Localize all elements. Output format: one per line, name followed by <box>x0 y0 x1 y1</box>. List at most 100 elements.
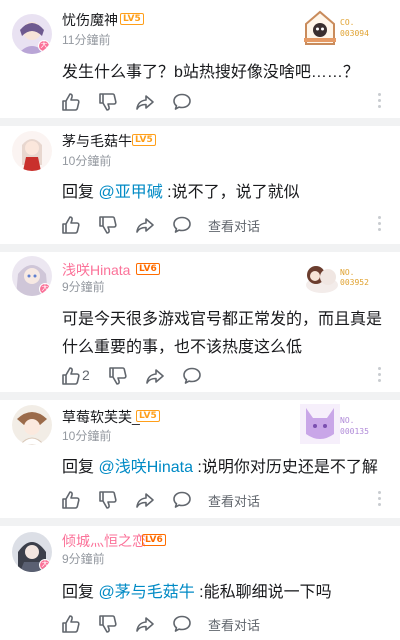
fan-medal[interactable]: NO. 000135 <box>300 404 382 448</box>
more-icon <box>377 367 381 370</box>
share-icon <box>136 218 154 233</box>
view-conversation-link[interactable]: 查看对话 <box>208 491 260 510</box>
comment-icon <box>173 216 191 233</box>
view-conversation-link[interactable]: 查看对话 <box>208 615 260 634</box>
more-button[interactable] <box>376 216 382 232</box>
dislike-button[interactable] <box>107 365 129 387</box>
level-badge: LV6 <box>142 534 166 546</box>
comment-icon <box>173 615 191 632</box>
more-button[interactable] <box>376 367 382 383</box>
timestamp: 10分鐘前 <box>62 154 112 168</box>
dislike-icon <box>99 491 117 509</box>
fan-medal-icon <box>304 10 336 45</box>
fan-medal-icon <box>306 266 338 293</box>
like-button[interactable] <box>60 613 82 635</box>
comment-4: 草莓软芙芙_ LV5 10分鐘前 NO. 000135 回复 @浅咲Hinata… <box>0 400 400 518</box>
fan-number: 003094 <box>340 29 369 38</box>
share-button[interactable] <box>134 489 156 511</box>
reply-prefix: 回复 <box>62 184 95 201</box>
fan-label: NO. <box>340 268 355 277</box>
share-button[interactable] <box>134 214 156 236</box>
avatar[interactable] <box>12 405 52 445</box>
comment-5: 大 倾城灬恒之恋 LV6 9分鐘前 回复 @茅与毛菇牛 :能私聊细说一下吗 查看… <box>0 526 400 640</box>
action-bar: 2 <box>60 365 390 387</box>
avatar[interactable]: 大 <box>12 532 52 572</box>
username[interactable]: 草莓软芙芙_ <box>62 408 140 426</box>
more-icon <box>377 491 381 494</box>
username[interactable]: 茅与毛菇牛 <box>62 132 132 150</box>
fan-number: 000135 <box>340 427 369 436</box>
share-button[interactable] <box>134 91 156 113</box>
dislike-button[interactable] <box>97 613 119 635</box>
reply-text: :能私聊细说一下吗 <box>199 584 332 601</box>
comment-text: 回复 @亚甲碱 :说不了，说了就似 <box>62 179 390 207</box>
share-icon <box>146 369 164 384</box>
mention-link[interactable]: @浅咲Hinata <box>98 459 193 476</box>
like-icon <box>62 615 80 633</box>
mention-link[interactable]: @亚甲碱 <box>98 184 162 201</box>
like-button[interactable] <box>60 91 82 113</box>
vip-badge-icon: 大 <box>38 40 50 52</box>
reply-button[interactable] <box>171 489 193 511</box>
comment-text: 回复 @浅咲Hinata :说明你对历史还是不了解 <box>62 454 390 482</box>
avatar[interactable] <box>12 131 52 171</box>
comment-icon <box>173 491 191 508</box>
more-button[interactable] <box>376 491 382 507</box>
like-icon <box>62 93 80 111</box>
vip-badge-icon: 大 <box>39 559 51 571</box>
more-icon <box>377 216 381 219</box>
fan-medal[interactable]: NO. 003952 <box>300 255 382 299</box>
action-bar <box>60 91 390 113</box>
more-icon <box>377 93 381 96</box>
dislike-icon <box>99 93 117 111</box>
share-button[interactable] <box>144 365 166 387</box>
dislike-button[interactable] <box>97 214 119 236</box>
level-badge: LV5 <box>120 13 144 25</box>
timestamp: 11分鐘前 <box>62 33 111 47</box>
comment-2: 茅与毛菇牛 LV5 10分鐘前 回复 @亚甲碱 :说不了，说了就似 查看对话 <box>0 126 400 244</box>
comment-text: 发生什么事了？b站热搜好像没啥吧……？ <box>62 64 359 81</box>
action-bar: 查看对话 <box>60 214 390 236</box>
reply-prefix: 回复 <box>62 459 95 476</box>
dislike-button[interactable] <box>97 489 119 511</box>
username[interactable]: 浅咲Hinata <box>62 261 130 279</box>
comment-icon <box>183 367 201 384</box>
more-button[interactable] <box>376 93 382 109</box>
avatar[interactable]: 大 <box>12 14 52 54</box>
dislike-icon <box>99 216 117 234</box>
dislike-icon <box>109 367 127 385</box>
reply-text: :说不了，说了就似 <box>167 184 300 201</box>
like-button[interactable]: 2 <box>60 365 90 387</box>
action-bar: 查看对话 <box>60 489 390 511</box>
divider <box>0 244 400 252</box>
reply-button[interactable] <box>181 365 203 387</box>
share-icon <box>136 95 154 110</box>
like-count: 2 <box>82 367 90 383</box>
mention-link[interactable]: @茅与毛菇牛 <box>98 584 194 601</box>
reply-button[interactable] <box>171 214 193 236</box>
fan-medal[interactable]: CO. 003094 <box>300 8 382 52</box>
divider <box>0 118 400 126</box>
dislike-button[interactable] <box>97 91 119 113</box>
reply-text: :说明你对历史还是不了解 <box>197 459 378 476</box>
comment-3: 大 浅咲Hinata LV6 9分鐘前 NO. 003952 可是今天很多游戏官… <box>0 252 400 392</box>
fan-number: 003952 <box>340 278 369 287</box>
avatar[interactable]: 大 <box>12 256 52 296</box>
like-button[interactable] <box>60 214 82 236</box>
level-badge: LV6 <box>136 263 160 275</box>
username[interactable]: 忧伤魔神 <box>62 11 118 29</box>
like-button[interactable] <box>60 489 82 511</box>
like-icon <box>62 367 80 385</box>
divider <box>0 518 400 526</box>
fan-medal-icon <box>300 404 340 444</box>
reply-button[interactable] <box>171 613 193 635</box>
comment-1: 大 忧伤魔神 LV5 11分鐘前 CO. 003094 发生什么事了？b站热搜好… <box>0 0 400 118</box>
username[interactable]: 倾城灬恒之恋 <box>62 532 146 550</box>
share-button[interactable] <box>134 613 156 635</box>
timestamp: 9分鐘前 <box>62 552 105 566</box>
comment-text: 可是今天很多游戏官号都正常发的，而且真是什么重要的事，也不该热度这么低 <box>62 311 383 356</box>
reply-button[interactable] <box>171 91 193 113</box>
level-badge: LV5 <box>132 134 156 146</box>
comment-icon <box>173 93 191 110</box>
view-conversation-link[interactable]: 查看对话 <box>208 216 260 235</box>
